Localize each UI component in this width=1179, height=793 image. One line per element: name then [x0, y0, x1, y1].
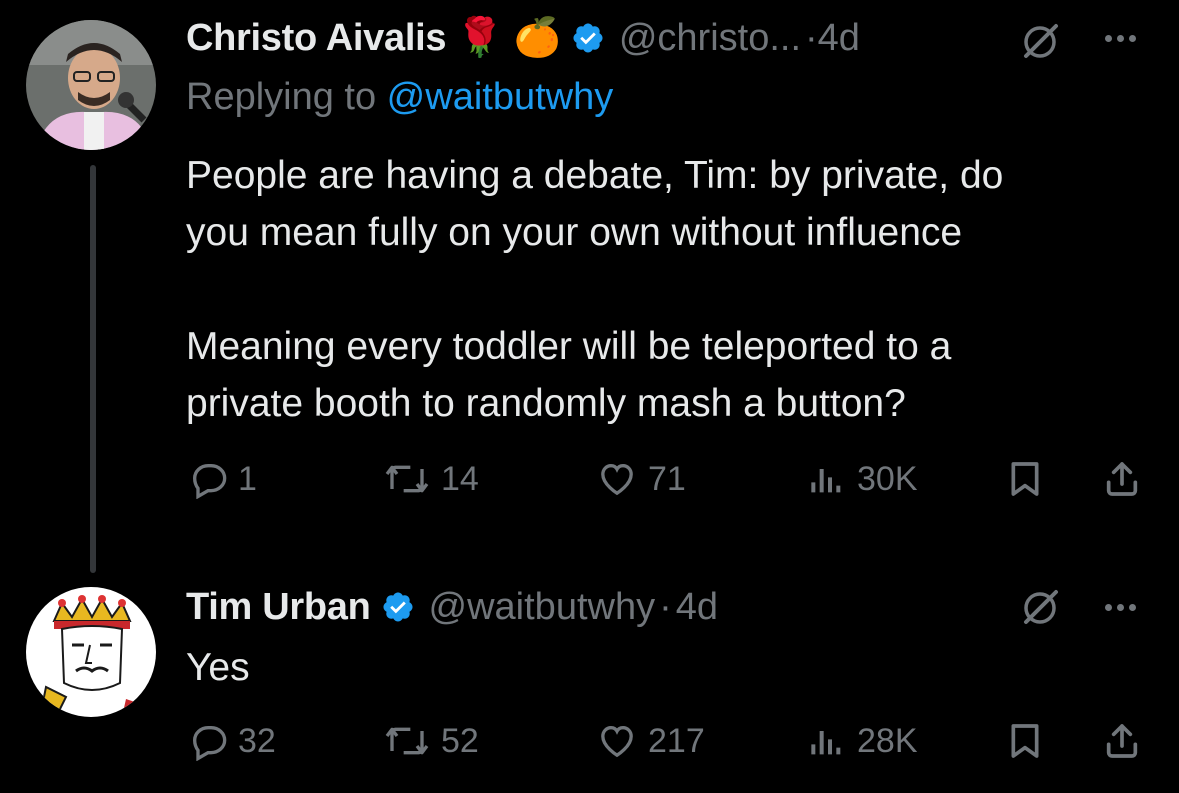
reply-count: 32	[238, 721, 276, 760]
tweet-text-line: private booth to randomly mash a button?	[186, 382, 906, 425]
verified-badge-icon	[381, 590, 415, 624]
like-button[interactable]: 217	[596, 721, 705, 761]
grok-icon[interactable]	[1018, 20, 1062, 64]
author-handle[interactable]: @christo...	[619, 17, 801, 60]
views-button[interactable]: 30K	[803, 459, 918, 499]
tweet-header: Tim Urban @waitbutwhy · 4d	[186, 583, 718, 631]
like-count: 217	[648, 721, 705, 760]
reply-count: 1	[238, 459, 257, 498]
repost-count: 14	[441, 459, 479, 498]
views-button[interactable]: 28K	[803, 721, 918, 761]
tweet-text: People are having a debate, Tim: by priv…	[186, 147, 1146, 432]
verified-badge-icon	[571, 21, 605, 55]
author-name[interactable]: Tim Urban	[186, 586, 371, 629]
repost-button[interactable]: 14	[383, 459, 479, 499]
share-button[interactable]	[1102, 721, 1142, 761]
action-bar: 1 14 71 30K	[0, 459, 1179, 509]
bookmark-icon	[1005, 721, 1045, 761]
tweet-text-line: you mean fully on your own without influ…	[186, 211, 963, 254]
tweet-timestamp[interactable]: 4d	[676, 586, 718, 629]
tweet-christo-aivalis[interactable]: Christo Aivalis 🌹 🍊 @christo... · 4d Rep…	[0, 0, 1179, 560]
rose-emoji: 🌹	[456, 17, 504, 59]
share-icon	[1102, 721, 1142, 761]
repost-count: 52	[441, 721, 479, 760]
tweet-text-spacer	[186, 261, 1146, 318]
tweet-timestamp[interactable]: 4d	[818, 17, 860, 60]
bookmark-icon	[1005, 459, 1045, 499]
bookmark-button[interactable]	[1005, 459, 1045, 499]
like-button[interactable]: 71	[596, 459, 686, 499]
tweet-tim-urban[interactable]: Tim Urban @waitbutwhy · 4d Yes 32 52 217…	[0, 570, 1179, 793]
share-icon	[1102, 459, 1142, 499]
reply-button[interactable]: 1	[188, 459, 257, 499]
avatar-tim-urban[interactable]	[26, 587, 156, 717]
like-count: 71	[648, 459, 686, 498]
avatar-christo-aivalis[interactable]	[26, 20, 156, 150]
views-count: 28K	[857, 721, 918, 760]
share-button[interactable]	[1102, 459, 1142, 499]
more-icon[interactable]	[1105, 604, 1136, 611]
views-icon	[803, 459, 847, 499]
repost-icon	[383, 459, 431, 499]
reply-icon	[188, 459, 228, 499]
separator-dot: ·	[805, 16, 818, 59]
heart-icon	[596, 721, 638, 761]
grok-icon[interactable]	[1018, 586, 1062, 630]
author-handle[interactable]: @waitbutwhy	[429, 586, 656, 629]
repost-button[interactable]: 52	[383, 721, 479, 761]
tweet-text-line: Yes	[186, 646, 250, 689]
views-count: 30K	[857, 459, 918, 498]
bookmark-button[interactable]	[1005, 721, 1045, 761]
replying-to: Replying to @waitbutwhy	[186, 76, 613, 119]
repost-icon	[383, 721, 431, 761]
tweet-text-line: Meaning every toddler will be teleported…	[186, 325, 952, 368]
heart-icon	[596, 459, 638, 499]
views-icon	[803, 721, 847, 761]
orange-emoji: 🍊	[513, 17, 561, 59]
reply-button[interactable]: 32	[188, 721, 276, 761]
reply-icon	[188, 721, 228, 761]
more-icon[interactable]	[1105, 35, 1136, 42]
tweet-text-line: People are having a debate, Tim: by priv…	[186, 154, 1004, 197]
replying-to-prefix: Replying to	[186, 76, 387, 118]
separator-dot: ·	[659, 585, 672, 628]
tweet-text: Yes	[186, 639, 1146, 696]
action-bar: 32 52 217 28K	[0, 721, 1179, 771]
replying-to-handle-link[interactable]: @waitbutwhy	[387, 76, 614, 118]
tweet-header: Christo Aivalis 🌹 🍊 @christo... · 4d	[186, 14, 860, 62]
author-name[interactable]: Christo Aivalis	[186, 17, 446, 60]
